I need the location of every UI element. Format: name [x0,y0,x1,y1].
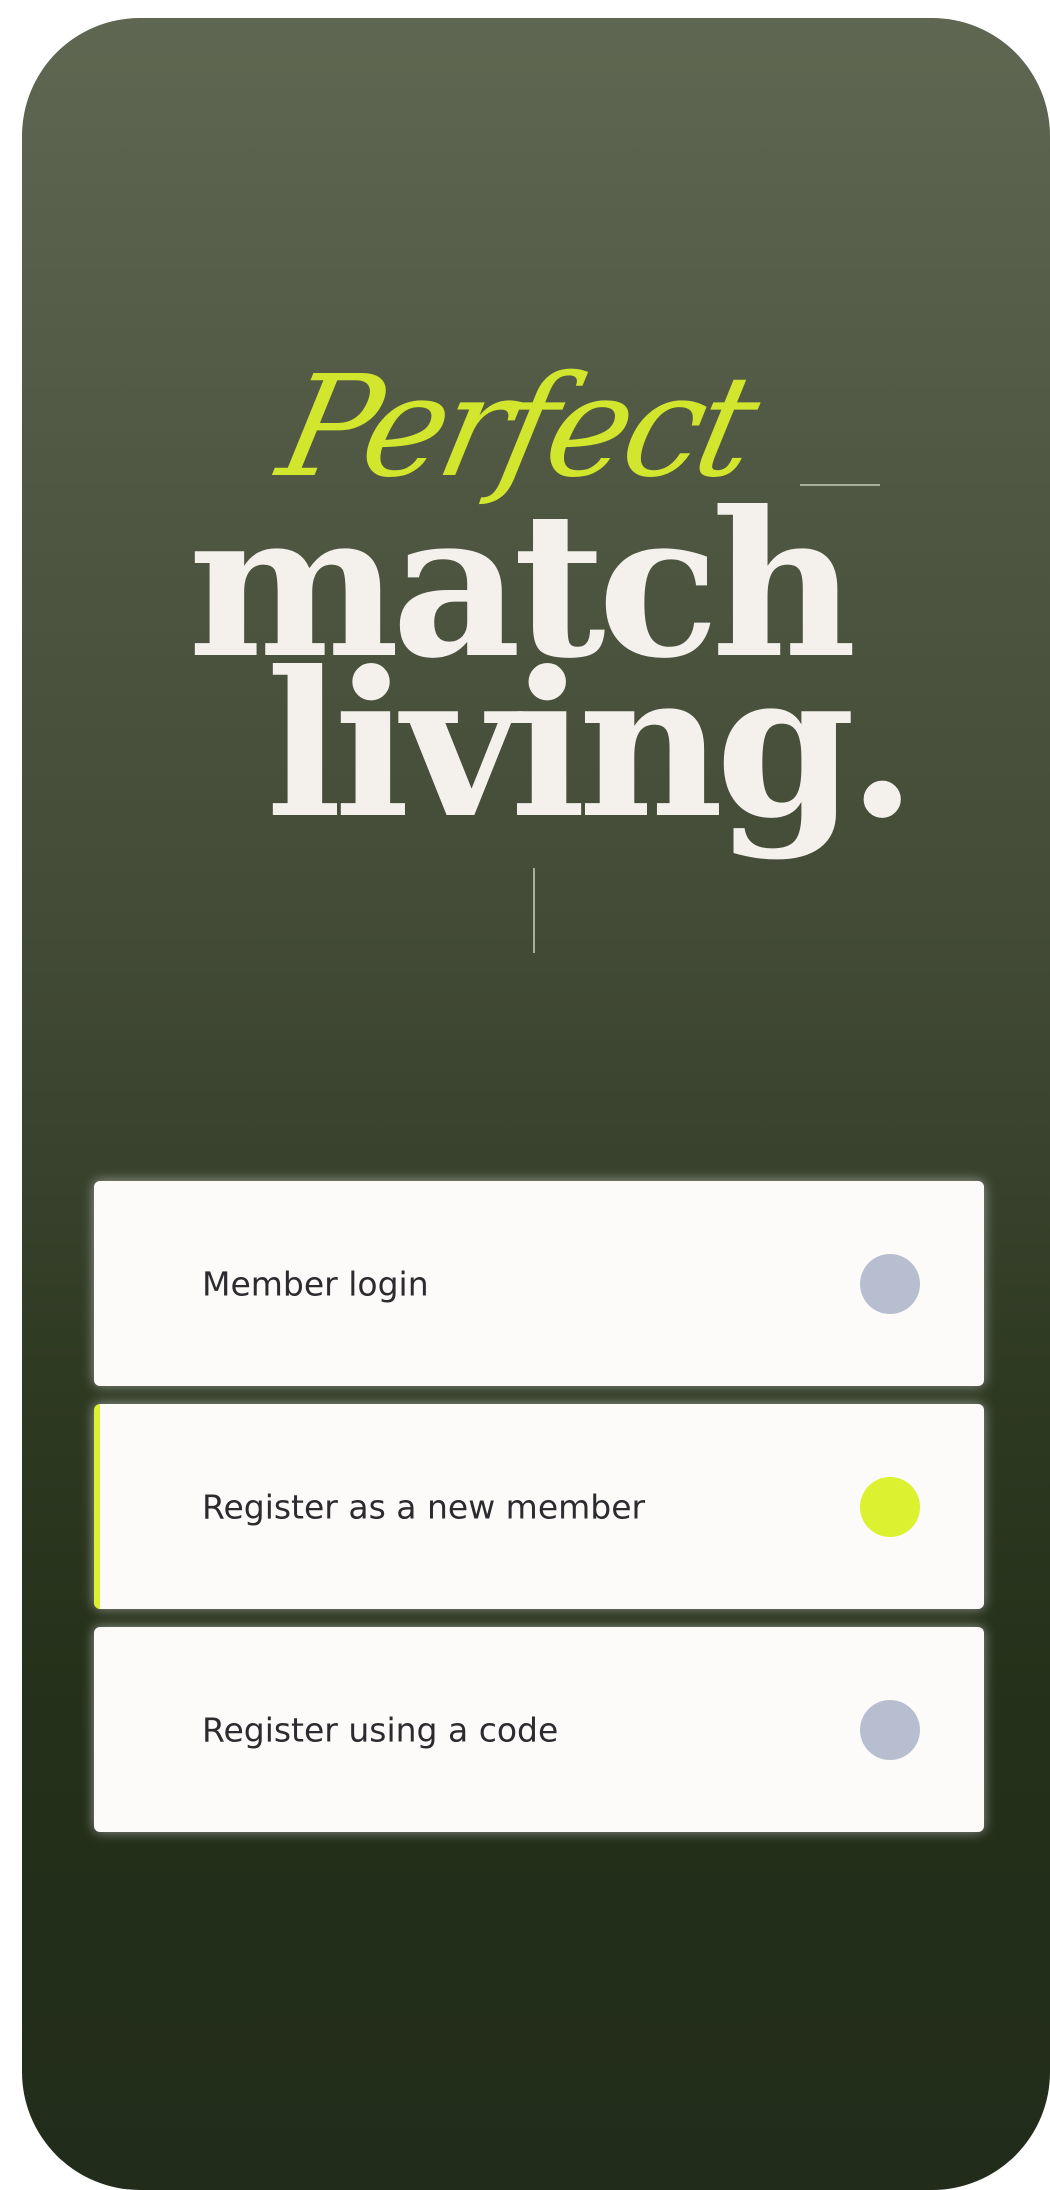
app-screen: match living. Perfect Member login Regis… [22,18,1050,2190]
option-label: Register as a new member [202,1487,646,1526]
option-label: Member login [202,1264,429,1303]
brand-logo: match living. Perfect [22,18,1050,998]
radio-indicator[interactable] [860,1699,920,1760]
radio-indicator-selected[interactable] [860,1476,920,1537]
brand-word-living: living. [266,628,917,863]
option-member-login[interactable]: Member login [94,1181,984,1386]
option-label: Register using a code [202,1710,559,1749]
radio-indicator[interactable] [860,1253,920,1314]
option-register-code[interactable]: Register using a code [94,1627,984,1832]
brand-script-perfect: Perfect [266,346,767,509]
option-register-new-member[interactable]: Register as a new member [94,1404,984,1609]
